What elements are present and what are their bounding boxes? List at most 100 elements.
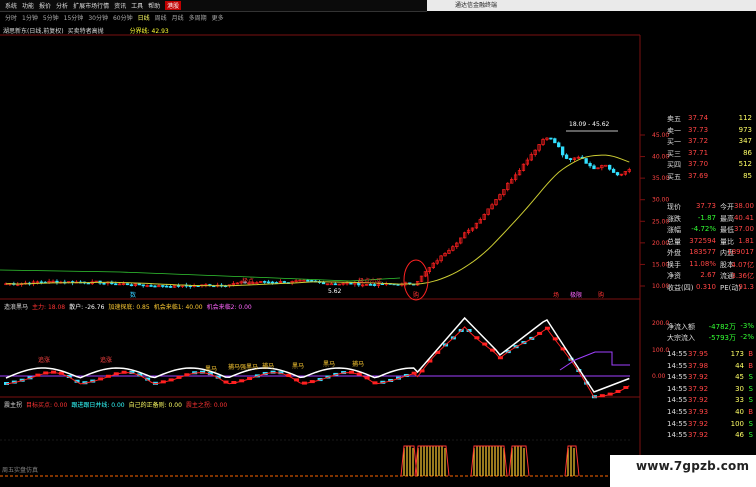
candle-body bbox=[333, 283, 337, 286]
tick-dir: S bbox=[748, 373, 753, 382]
tick-price: 37.92 bbox=[688, 384, 709, 393]
signal-tag: 极点 bbox=[242, 277, 254, 285]
candle-body bbox=[553, 138, 557, 144]
stat-value: 37.00 bbox=[733, 225, 754, 233]
quote-book-row: 买三 37.71 86 bbox=[608, 149, 756, 160]
stat-value: 2.67 bbox=[700, 271, 716, 279]
panel3-value: 目标买点: 0.00 bbox=[26, 401, 68, 409]
quote-label: 买四 bbox=[667, 161, 681, 169]
candle-body bbox=[137, 283, 141, 286]
quote-flow-row: 净流入额 -4782万 -3% bbox=[608, 322, 756, 333]
candle-body bbox=[149, 285, 153, 287]
quote-price: 37.69 bbox=[688, 171, 709, 180]
stat-value: 37.73 bbox=[695, 202, 716, 210]
tick-time: 14:55 bbox=[667, 419, 688, 428]
panel2-tag: 捕马 bbox=[352, 360, 364, 368]
candle-body bbox=[39, 281, 43, 284]
candle-body bbox=[129, 284, 134, 287]
quote-flow-row: 大宗流入 -5793万 -2% bbox=[608, 333, 756, 344]
tick-vol: 44 bbox=[735, 361, 744, 370]
quote-price: 37.72 bbox=[688, 137, 709, 145]
candle-body bbox=[329, 283, 334, 286]
candle-body bbox=[153, 285, 157, 288]
panel3-value: 震主之拐: 0.00 bbox=[185, 401, 228, 409]
panel2-name: 造浪黑马 bbox=[4, 303, 29, 311]
quote-label: 卖五 bbox=[667, 115, 681, 123]
quote-label: 买三 bbox=[667, 149, 681, 158]
stat-value: 372594 bbox=[689, 236, 716, 245]
tick-price: 37.93 bbox=[688, 408, 709, 416]
tick-row: 14:55 37.92 100 S bbox=[608, 420, 756, 431]
panel2-tag: 捕马 bbox=[262, 362, 274, 370]
candle-body bbox=[270, 281, 275, 284]
stat-label: 涨跌 bbox=[667, 214, 681, 223]
quote-price: 37.71 bbox=[688, 148, 709, 157]
quote-vol: 85 bbox=[743, 171, 752, 180]
panel2-header: 造浪黑马 主力: 18.08 散户: -26.76 加速探底: 0.85 机会来… bbox=[0, 301, 252, 311]
quote-book-row: 买四 37.70 512 bbox=[608, 160, 756, 171]
tick-dir: S bbox=[748, 396, 753, 405]
quote-vol: 973 bbox=[738, 125, 752, 134]
candle-body bbox=[604, 164, 608, 167]
candle-body bbox=[557, 142, 561, 148]
quote-panel: 卖五 37.74 112 卖一 37.73 973 买一 37.72 347 买三 37.71 86 买… bbox=[608, 110, 756, 455]
stat-value: 11.08% bbox=[689, 259, 716, 268]
candle-body bbox=[114, 283, 118, 286]
tick-row: 14:55 37.93 40 B bbox=[608, 408, 756, 419]
panel2-value: 机会来临1: 40.00 bbox=[153, 303, 203, 311]
quote-book-row: 卖一 37.73 973 bbox=[608, 126, 756, 137]
stat-value: 183577 bbox=[689, 248, 716, 256]
stat-value: -1.87 bbox=[697, 213, 716, 222]
stat-value: 189017 bbox=[727, 248, 754, 256]
panel3-value: 自己的正备则: 0.00 bbox=[128, 401, 182, 409]
tick-vol: 30 bbox=[735, 384, 744, 393]
panel2-tag: 捕马强黑马 bbox=[228, 363, 258, 371]
candle-body bbox=[306, 279, 310, 282]
quote-vol: 512 bbox=[738, 160, 752, 168]
tick-time: 14:55 bbox=[667, 361, 688, 370]
panel2-tag: 追涨 bbox=[38, 356, 50, 364]
candle-body bbox=[161, 285, 165, 287]
quote-stat-row: 涨幅 -4.72% 最低 37.00 bbox=[608, 225, 756, 236]
candle-body bbox=[564, 154, 569, 159]
bottom-tab[interactable]: 周五实盘仿真 bbox=[2, 465, 38, 474]
flow-pct: -3% bbox=[740, 322, 754, 330]
stat-label: 总量 bbox=[667, 237, 681, 246]
quote-book-row: 买五 37.69 85 bbox=[608, 172, 756, 183]
candle-body bbox=[568, 158, 573, 160]
signal-tag: 购 bbox=[598, 291, 604, 299]
candle-body bbox=[549, 137, 553, 140]
tick-row: 14:55 37.92 33 S bbox=[608, 396, 756, 407]
flow-value: -4782万 bbox=[708, 323, 736, 331]
ma-line bbox=[5, 154, 630, 287]
quote-book-row: 卖五 37.74 112 bbox=[608, 114, 756, 125]
signal-tag: 极限 bbox=[570, 291, 582, 299]
tick-dir: S bbox=[748, 431, 753, 440]
quote-label: 买一 bbox=[667, 138, 681, 146]
tick-vol: 46 bbox=[735, 431, 744, 440]
flow-value: -5793万 bbox=[708, 334, 736, 342]
stat-value: 1.81 bbox=[738, 236, 754, 245]
stat-label: 净资 bbox=[667, 272, 681, 280]
tick-vol: 40 bbox=[735, 408, 744, 416]
tick-price: 37.92 bbox=[688, 431, 709, 440]
stat-value: -4.72% bbox=[691, 225, 716, 233]
tick-price: 37.92 bbox=[688, 373, 709, 382]
tick-price: 37.95 bbox=[688, 350, 709, 358]
flow-pct: -2% bbox=[740, 333, 754, 341]
quote-price: 37.70 bbox=[688, 160, 709, 168]
candle-body bbox=[263, 281, 267, 283]
tick-vol: 45 bbox=[735, 373, 744, 382]
tick-row: 14:55 37.95 173 B bbox=[608, 350, 756, 361]
stat-label: 最高 bbox=[720, 214, 734, 223]
stat-value: 4.07亿 bbox=[731, 260, 754, 269]
candle-body bbox=[176, 285, 181, 287]
tick-dir: B bbox=[748, 350, 753, 358]
tick-time: 14:55 bbox=[667, 396, 688, 405]
tick-time: 14:55 bbox=[667, 384, 688, 393]
panel2-value: 加速探底: 0.85 bbox=[108, 303, 150, 311]
stat-label: 收益(四) bbox=[667, 283, 694, 292]
candle-body bbox=[584, 158, 588, 164]
quote-vol: 86 bbox=[743, 148, 752, 157]
stat-label: 涨幅 bbox=[667, 226, 681, 234]
